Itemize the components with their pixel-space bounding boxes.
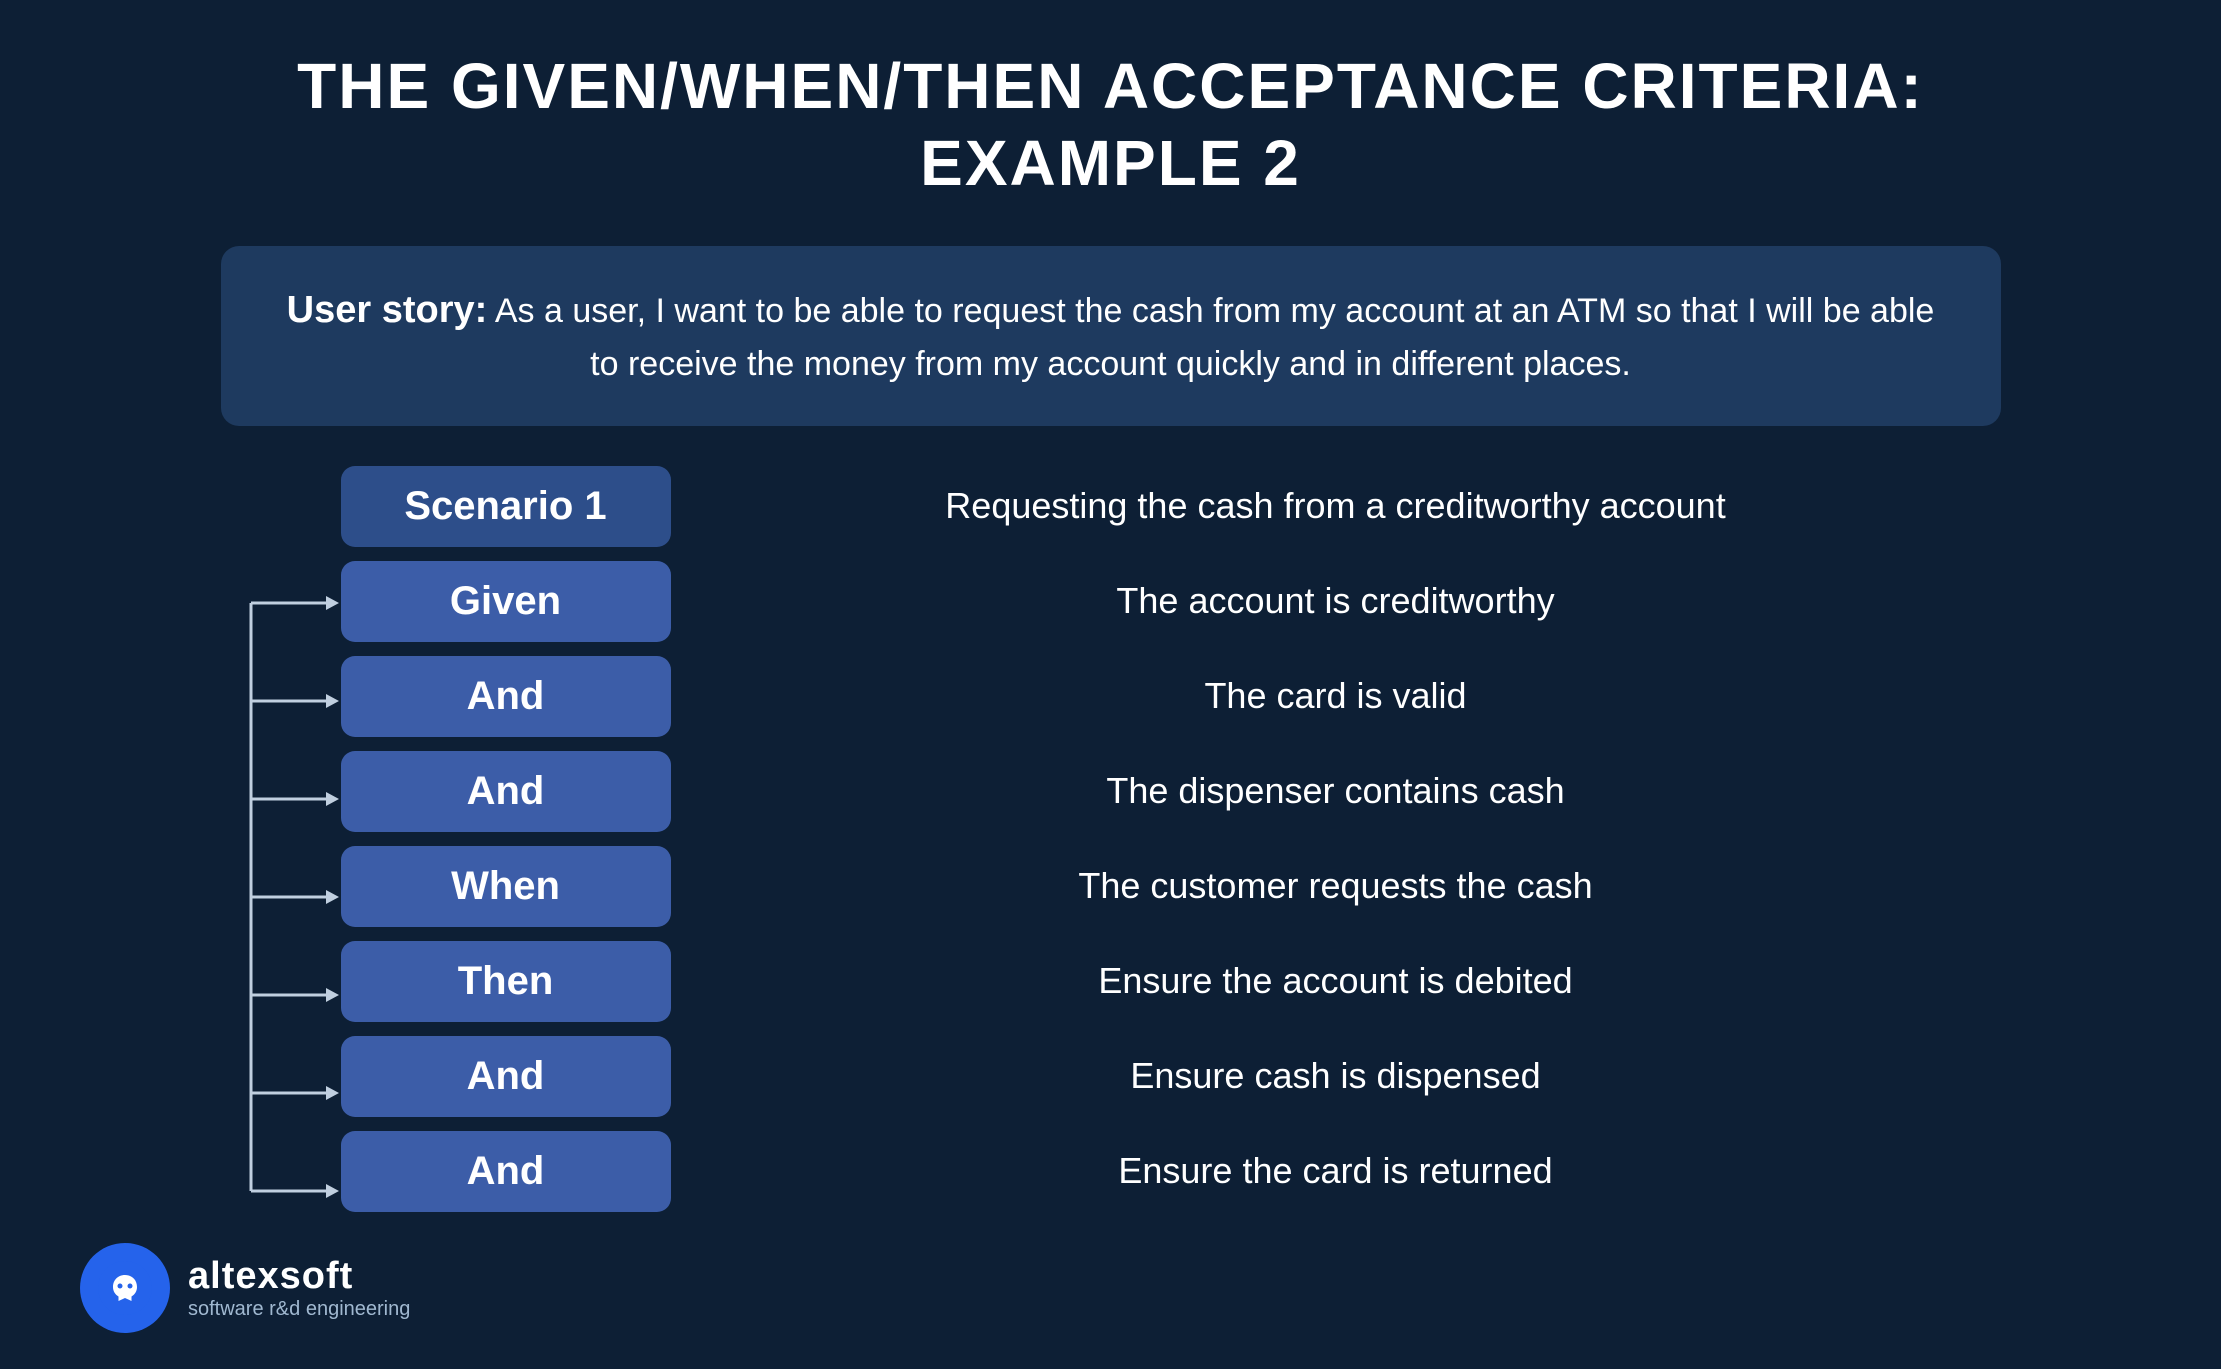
row-description: The account is creditworthy — [671, 562, 2001, 640]
logo-circle — [80, 1243, 170, 1333]
scenario-label-box: Scenario 1 — [341, 466, 671, 547]
criteria-row: AndEnsure the card is returned — [221, 1131, 2001, 1212]
keyword-box: And — [341, 1131, 671, 1212]
row-description: The customer requests the cash — [671, 847, 2001, 925]
criteria-row: WhenThe customer requests the cash — [221, 846, 2001, 927]
brand-tagline: software r&d engineering — [188, 1298, 410, 1321]
page-title: THE GIVEN/WHEN/THEN ACCEPTANCE CRITERIA:… — [297, 48, 1924, 202]
scenario-row: Scenario 1 Requesting the cash from a cr… — [221, 466, 2001, 547]
keyword-box: And — [341, 656, 671, 737]
row-description: Ensure the account is debited — [671, 942, 2001, 1020]
keyword-box: Given — [341, 561, 671, 642]
user-story-label: User story: — [287, 289, 488, 331]
criteria-rows: GivenThe account is creditworthyAndThe c… — [221, 561, 2001, 1212]
keyword-box: Then — [341, 941, 671, 1022]
criteria-row: AndThe dispenser contains cash — [221, 751, 2001, 832]
row-description: Ensure the card is returned — [671, 1132, 2001, 1210]
criteria-row: AndThe card is valid — [221, 656, 2001, 737]
row-description: The card is valid — [671, 657, 2001, 735]
logo-icon — [98, 1261, 152, 1315]
brand-name: altexsoft — [188, 1255, 410, 1298]
user-story-box: User story: As a user, I want to be able… — [221, 246, 2001, 426]
user-story-text: As a user, I want to be able to request … — [495, 292, 1934, 383]
criteria-row: GivenThe account is creditworthy — [221, 561, 2001, 642]
main-content: Scenario 1 Requesting the cash from a cr… — [221, 466, 2001, 1212]
row-description: Ensure cash is dispensed — [671, 1037, 2001, 1115]
keyword-box: And — [341, 751, 671, 832]
logo-area: altexsoft software r&d engineering — [80, 1243, 410, 1333]
keyword-box: When — [341, 846, 671, 927]
logo-text: altexsoft software r&d engineering — [188, 1255, 410, 1321]
criteria-row: AndEnsure cash is dispensed — [221, 1036, 2001, 1117]
row-description: The dispenser contains cash — [671, 752, 2001, 830]
keyword-box: And — [341, 1036, 671, 1117]
criteria-row: ThenEnsure the account is debited — [221, 941, 2001, 1022]
scenario-description: Requesting the cash from a creditworthy … — [671, 467, 2001, 545]
